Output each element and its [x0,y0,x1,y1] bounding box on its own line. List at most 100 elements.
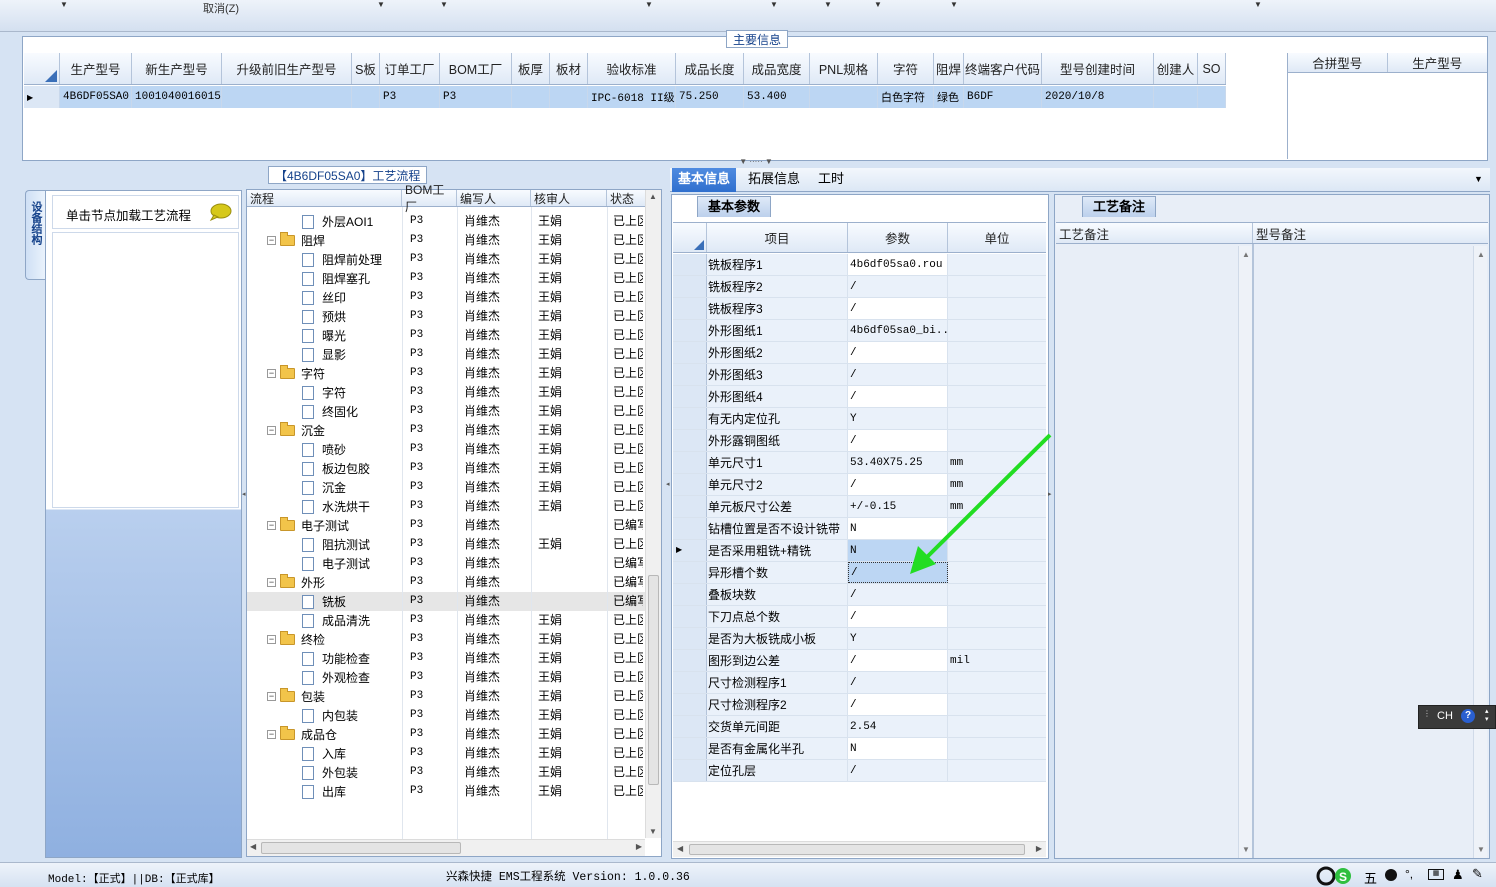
tree-row[interactable]: − 电子测试 P3 肖维杰 已编写 [247,516,645,535]
dropdown-arrow-icon[interactable]: ▼ [824,0,832,9]
row-indicator[interactable] [673,518,707,539]
param-row[interactable]: 下刀点总个数 / [673,606,1046,628]
param-param-cell[interactable]: N [848,738,948,759]
param-row[interactable]: 叠板块数 / [673,584,1046,606]
tree-row[interactable]: 外观检查 P3 肖维杰 王娟 已上区 [247,668,645,687]
param-unit-cell[interactable] [948,716,1046,737]
tree-row[interactable]: − 外形 P3 肖维杰 已编写 [247,573,645,592]
param-row[interactable]: 交货单元间距 2.54 [673,716,1046,738]
param-unit-cell[interactable] [948,584,1046,605]
table-cell[interactable]: 绿色 [934,86,964,108]
dropdown-arrow-icon[interactable]: ▼ [874,0,882,9]
param-unit-cell[interactable] [948,672,1046,693]
column-header[interactable]: 合拼型号 [1288,53,1388,72]
dropdown-arrow-icon[interactable]: ▼ [770,0,778,9]
param-unit-cell[interactable] [948,628,1046,649]
param-unit-cell[interactable] [948,738,1046,759]
column-header[interactable]: 订单工厂 [380,53,440,84]
tree-row[interactable]: 板边包胶 P3 肖维杰 王娟 已上区 [247,459,645,478]
tree-row[interactable]: 预烘 P3 肖维杰 王娟 已上区 [247,307,645,326]
tab-process-notes[interactable]: 工艺备注 [1082,196,1156,217]
row-indicator[interactable] [673,276,707,297]
punctuation-icon[interactable]: °, [1405,867,1413,881]
tree-row[interactable]: − 终检 P3 肖维杰 王娟 已上区 [247,630,645,649]
tree-row[interactable]: 成品清洗 P3 肖维杰 王娟 已上区 [247,611,645,630]
param-param-cell[interactable]: / [848,342,948,363]
row-indicator[interactable] [673,298,707,319]
column-header[interactable]: BOM工厂 [402,183,457,214]
row-indicator[interactable] [673,408,707,429]
row-indicator[interactable] [673,760,707,781]
ime-toolbar[interactable]: ⋮ CH ? ▴ ▾ [1418,705,1496,729]
param-row[interactable]: 铣板程序1 4b6df05sa0.rou [673,254,1046,276]
dropdown-arrow-icon[interactable]: ▼ [950,0,958,9]
param-row[interactable]: 尺寸检测程序2/ [673,694,1046,716]
chevron-down-icon[interactable]: ▼ [1474,174,1483,184]
param-param-cell[interactable]: / [848,694,948,715]
column-header[interactable]: SO [1198,53,1226,84]
splitter-grip[interactable]: ▼ ····· ▼ [724,158,788,166]
row-indicator[interactable] [673,452,707,473]
column-header[interactable]: 验收标准 [588,53,676,84]
tree-row[interactable]: 喷砂 P3 肖维杰 王娟 已上区 [247,440,645,459]
row-indicator-icon[interactable]: ▶ [24,86,60,108]
param-row[interactable]: 铣板程序3/ [673,298,1046,320]
param-row[interactable]: 铣板程序2/ [673,276,1046,298]
tab-equipment-structure[interactable]: 设备结构 [25,190,45,280]
wrench-icon[interactable]: ✎ [1472,866,1483,882]
column-header[interactable]: 字符 [878,53,934,84]
row-indicator[interactable] [673,320,707,341]
tab-basic-params[interactable]: 基本参数 [697,196,771,217]
table-cell[interactable]: P3 [440,86,512,108]
param-param-cell[interactable]: / [848,606,948,627]
column-header[interactable]: 升级前旧生产型号 [222,53,352,84]
table-cell[interactable] [512,86,550,108]
table-cell[interactable] [352,86,380,108]
tree-horizontal-scrollbar[interactable]: ◀ ▶ [247,839,645,856]
param-row[interactable]: 是否有金属化半孔 N [673,738,1046,760]
tab-extended-info[interactable]: 拓展信息 [742,168,806,192]
keyboard-icon[interactable]: ▦ [1428,869,1444,880]
tree-vertical-scrollbar[interactable]: ▲ ▼ [645,190,661,838]
table-cell[interactable]: 2020/10/8 [1042,86,1154,108]
collapse-icon[interactable]: − [267,635,276,644]
param-param-cell[interactable]: 2.54 [848,716,948,737]
collapse-icon[interactable]: − [267,521,276,530]
column-header[interactable]: 项目 [707,223,848,252]
param-row[interactable]: 外形图纸1 4b6df05sa0_bi... [673,320,1046,342]
tab-work-hours[interactable]: 工时 [812,168,850,192]
param-param-cell[interactable]: 4b6df05sa0.rou [848,254,948,275]
table-cell[interactable] [810,86,878,108]
tree-row[interactable]: 内包装 P3 肖维杰 王娟 已上区 [247,706,645,725]
column-header[interactable]: 成品宽度 [744,53,810,84]
param-row[interactable]: 外形图纸3/ [673,364,1046,386]
tree-row[interactable]: 功能检查 P3 肖维杰 王娟 已上区 [247,649,645,668]
collapse-icon[interactable]: − [267,426,276,435]
tree-row[interactable]: − 阻焊 P3 肖维杰 王娟 已上区 [247,231,645,250]
table-cell[interactable]: 白色字符 [878,86,934,108]
cancel-button[interactable]: 取消(Z) [203,0,239,16]
row-indicator[interactable]: ▶ [673,540,707,561]
ime-options-icon[interactable]: ▴ ▾ [1485,708,1489,724]
tab-basic-info[interactable]: 基本信息 [672,168,737,192]
table-cell[interactable] [222,86,352,108]
param-row[interactable]: 定位孔层 / [673,760,1046,782]
table-cell[interactable]: B6DF [964,86,1042,108]
row-indicator[interactable] [673,716,707,737]
param-param-cell[interactable]: / [848,386,948,407]
table-cell[interactable] [1198,86,1226,108]
row-indicator[interactable] [673,254,707,275]
tree-row[interactable]: − 包装 P3 肖维杰 王娟 已上区 [247,687,645,706]
tree-row[interactable]: 外包装 P3 肖维杰 王娟 已上区 [247,763,645,782]
column-header[interactable]: 创建人 [1154,53,1198,84]
param-unit-cell[interactable]: mil [948,650,1046,671]
tree-row[interactable]: 沉金 P3 肖维杰 王娟 已上区 [247,478,645,497]
collapse-icon[interactable]: − [267,578,276,587]
table-cell[interactable]: 53.400 [744,86,810,108]
collapse-icon[interactable]: − [267,369,276,378]
param-unit-cell[interactable] [948,386,1046,407]
param-row[interactable]: 外形图纸4/ [673,386,1046,408]
tree-row[interactable]: − 成品仓 P3 肖维杰 王娟 已上区 [247,725,645,744]
param-param-cell[interactable]: / [848,760,948,781]
param-unit-cell[interactable] [948,342,1046,363]
